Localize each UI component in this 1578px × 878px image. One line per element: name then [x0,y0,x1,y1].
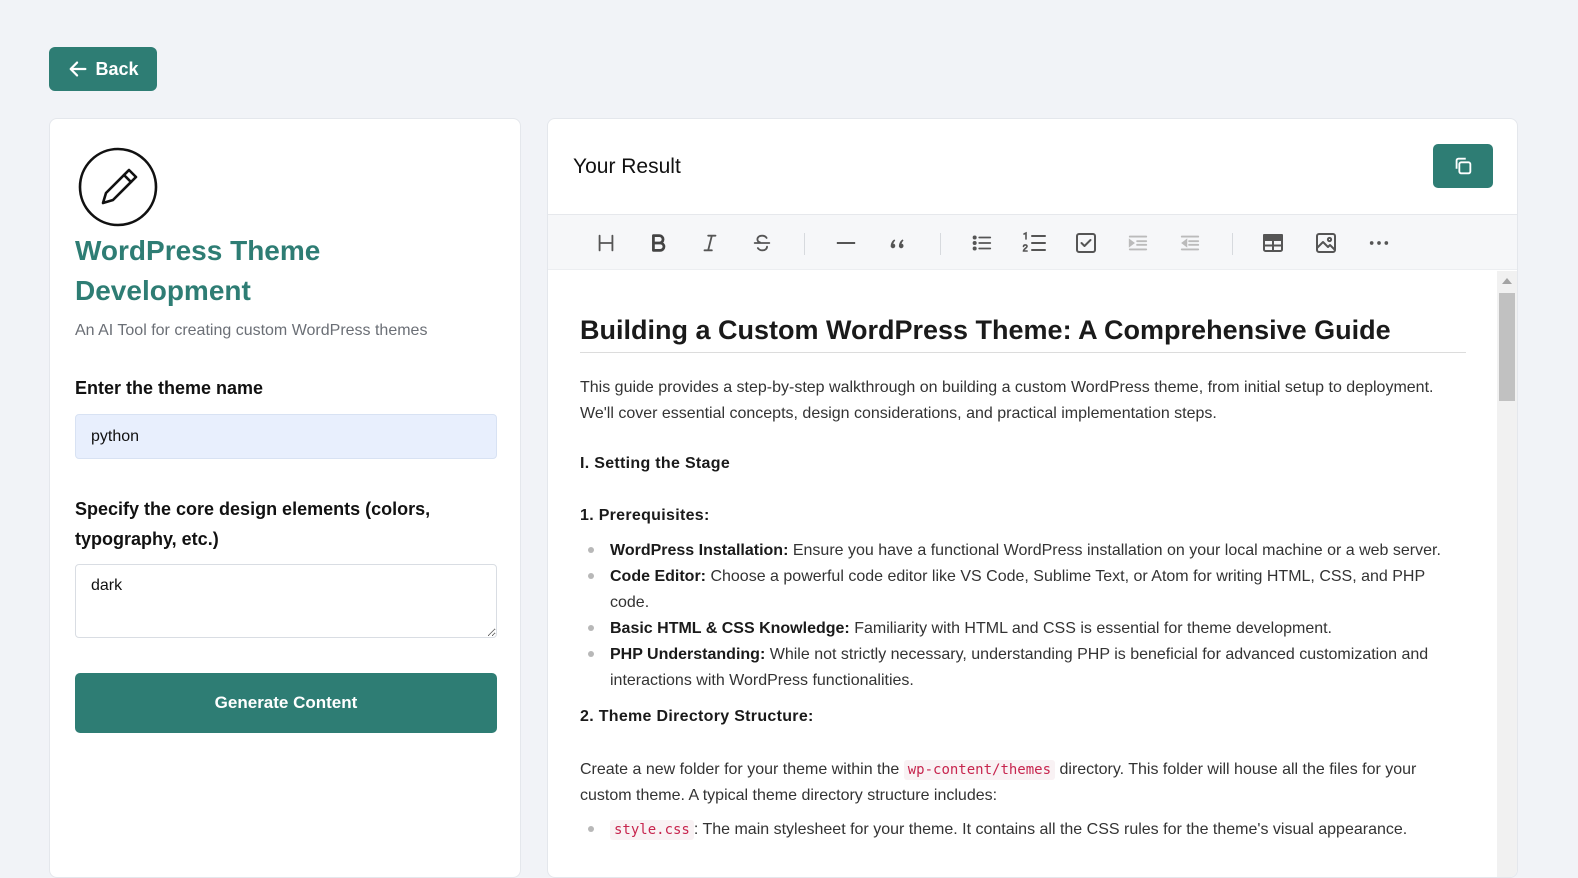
outdent-button[interactable] [1174,227,1206,259]
doc-section-heading: I. Setting the Stage [580,455,731,472]
editor-scrollbar[interactable] [1497,271,1517,877]
tool-subtitle: An AI Tool for creating custom WordPress… [75,322,428,339]
list-item-term: Code Editor: [610,568,706,585]
list-item-term: PHP Understanding: [610,646,766,663]
ordered-list-button[interactable] [1018,227,1050,259]
toolbar-separator [1232,233,1233,255]
generate-content-button[interactable]: Generate Content [75,673,497,733]
indent-icon [1128,235,1148,251]
design-elements-textarea[interactable]: dark [75,564,497,638]
table-button[interactable] [1257,227,1289,259]
design-elements-label: Specify the core design elements (colors… [75,499,431,549]
editor-toolbar [548,214,1517,270]
result-card: Your Result Building a Custom WordPress … [547,118,1518,878]
doc-subheading-structure: 2. Theme Directory Structure: [580,708,814,725]
back-button-label: Back [95,58,139,79]
quote-icon [890,239,904,249]
result-title: Your Result [573,155,681,178]
theme-name-label: Enter the theme name [75,378,264,398]
inline-code: wp-content/themes [903,760,1056,780]
bullet-list-icon [972,235,992,251]
scroll-up-arrow-icon[interactable] [1502,278,1512,284]
image-button[interactable] [1310,227,1342,259]
list-item: style.css: The main stylesheet for your … [588,817,1460,843]
task-list-icon [1076,233,1096,253]
toolbar-separator [940,233,941,255]
doc-title: Building a Custom WordPress Theme: A Com… [580,315,1466,353]
image-icon [1316,233,1336,253]
copy-button[interactable] [1433,144,1493,188]
table-icon [1263,234,1283,252]
list-item: Code Editor: Choose a powerful code edit… [588,564,1460,616]
list-item-text: Familiarity with HTML and CSS is essenti… [854,620,1332,637]
back-button[interactable]: Back [49,47,157,91]
paragraph-text: Create a new folder for your theme withi… [580,761,900,778]
strikethrough-icon [753,234,771,252]
heading-button[interactable] [590,227,622,259]
ordered-list-icon [1022,231,1046,252]
doc-subheading-prerequisites: 1. Prerequisites: [580,507,710,524]
list-item-text: Choose a powerful code editor like VS Co… [610,568,1425,611]
list-item-text: : The main stylesheet for your theme. It… [693,821,1408,838]
strikethrough-button[interactable] [746,227,778,259]
task-list-button[interactable] [1070,227,1102,259]
more-button[interactable] [1363,227,1395,259]
italic-icon [703,234,717,252]
scrollbar-thumb[interactable] [1499,293,1515,401]
result-editor[interactable]: Building a Custom WordPress Theme: A Com… [548,271,1497,877]
pencil-icon [77,146,159,233]
more-icon [1369,241,1389,245]
toolbar-separator [804,233,805,255]
doc-intro: This guide provides a step-by-step walkt… [580,379,1434,422]
list-item: WordPress Installation: Ensure you have … [588,538,1460,564]
copy-icon [1455,157,1472,175]
list-item: PHP Understanding: While not strictly ne… [588,642,1460,694]
heading-icon [598,234,614,252]
bold-icon [652,234,666,252]
tool-title: WordPress Theme Development [75,235,321,306]
bullet-list-button[interactable] [966,227,998,259]
horizontal-rule-icon [836,241,856,245]
theme-name-input[interactable] [75,414,497,459]
list-item-term: Basic HTML & CSS Knowledge: [610,620,850,637]
arrow-left-icon [70,61,87,77]
list-item-term: WordPress Installation: [610,542,789,559]
bold-button[interactable] [642,227,674,259]
indent-button[interactable] [1122,227,1154,259]
outdent-icon [1180,235,1200,251]
list-item: Basic HTML & CSS Knowledge: Familiarity … [588,616,1460,642]
italic-button[interactable] [694,227,726,259]
doc-structure-paragraph: Create a new folder for your theme withi… [580,757,1460,809]
horizontal-rule-button[interactable] [830,227,862,259]
tool-form-card: WordPress Theme Development An AI Tool f… [49,118,521,878]
list-item-text: Ensure you have a functional WordPress i… [792,542,1441,559]
quote-button[interactable] [882,227,914,259]
inline-code: style.css [610,820,694,840]
